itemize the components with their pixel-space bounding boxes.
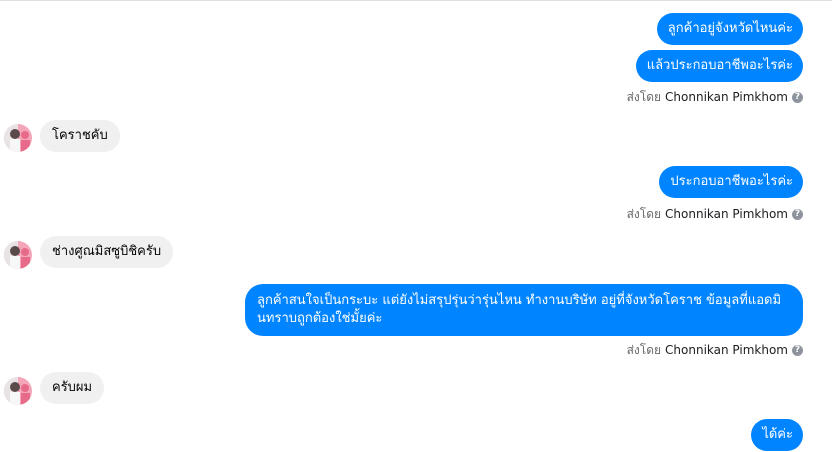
incoming-message[interactable]: ครับผม [40,372,105,404]
info-icon[interactable]: ? [792,208,803,220]
info-icon[interactable]: ? [792,344,803,356]
sent-by-label: ส่งโดย Chonnikan Pimkhom ? [627,90,803,104]
sent-by-prefix: ส่งโดย [626,90,662,104]
sent-by-label: ส่งโดย Chonnikan Pimkhom ? [627,207,803,221]
sent-by-label: ส่งโดย Chonnikan Pimkhom ? [627,343,803,357]
outgoing-message[interactable]: ลูกค้าสนใจเป็นกระบะ แต่ยังไม่สรุปรุ่นว่า… [245,284,803,336]
sent-by-prefix: ส่งโดย [626,207,662,221]
avatar[interactable] [4,377,32,405]
outgoing-message[interactable]: ลูกค้าอยู่จังหวัดไหนค่ะ [656,13,803,45]
incoming-message[interactable]: โคราชคับ [40,120,120,152]
incoming-message[interactable]: ช่างศูณมิสซูบิชิครับ [40,236,174,268]
sender-name[interactable]: Chonnikan Pimkhom [665,343,788,357]
outgoing-message[interactable]: ได้ค่ะ [751,419,803,451]
outgoing-message[interactable]: แล้วประกอบอาชีพอะไรค่ะ [635,50,803,82]
info-icon[interactable]: ? [792,91,803,103]
sent-by-prefix: ส่งโดย [626,343,662,357]
avatar[interactable] [4,124,32,152]
outgoing-message[interactable]: ประกอบอาชีพอะไรค่ะ [659,166,803,198]
message-thread: ลูกค้าอยู่จังหวัดไหนค่ะ แล้วประกอบอาชีพอ… [0,0,832,452]
sender-name[interactable]: Chonnikan Pimkhom [665,90,788,104]
sender-name[interactable]: Chonnikan Pimkhom [665,207,788,221]
avatar[interactable] [4,241,32,269]
